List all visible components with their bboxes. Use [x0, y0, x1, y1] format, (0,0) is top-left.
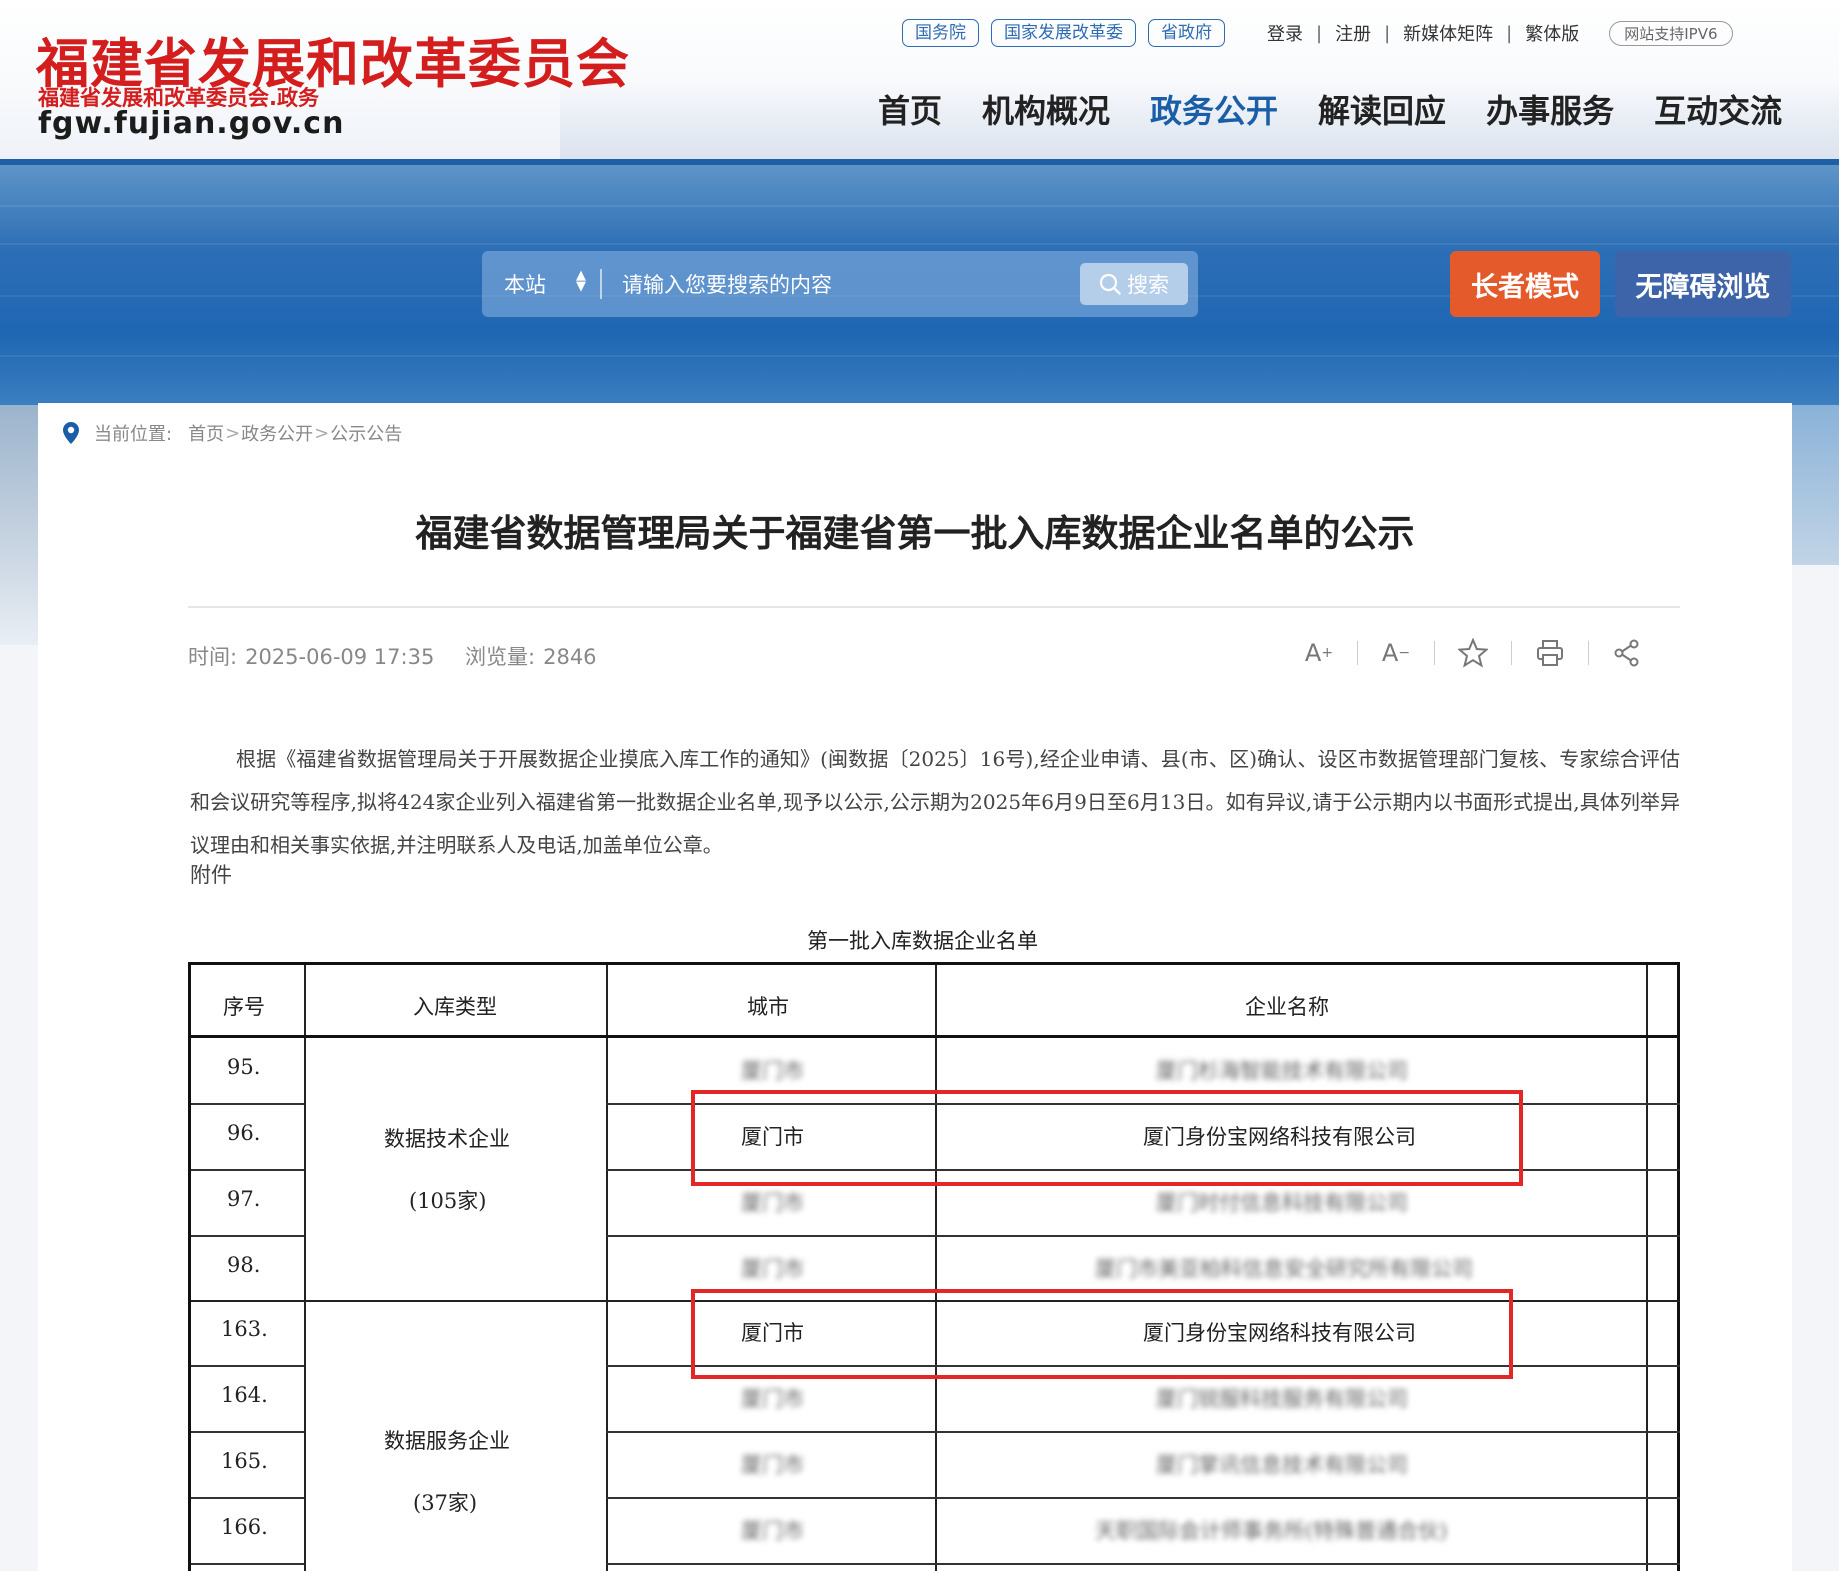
accessible-browse-button[interactable]: 无障碍浏览: [1615, 251, 1791, 317]
time-label: 时间:: [188, 645, 238, 669]
search-scope-label: 本站: [504, 273, 546, 297]
header-type: 入库类型: [413, 995, 497, 1019]
row-city: 厦门市: [741, 1059, 804, 1083]
site-header: 福建省发展和改革委员会 福建省发展和改革委员会.政务 fgw.fujian.go…: [0, 0, 1839, 160]
location-pin-icon: [63, 422, 79, 444]
company-table: 序号 入库类型 城市 企业名称 数据技术企业 (105家) 数据服务企业 (37…: [188, 962, 1680, 1571]
new-media-link[interactable]: 新媒体矩阵: [1403, 20, 1493, 46]
breadcrumb-label: 当前位置:: [94, 424, 173, 445]
article-body: 根据《福建省数据管理局关于开展数据企业摸底入库工作的通知》(闽数据〔2025〕1…: [190, 747, 1680, 857]
search-button-label: 搜索: [1127, 273, 1169, 297]
header-company: 企业名称: [1245, 995, 1329, 1019]
breadcrumb-public-affairs[interactable]: 政务公开: [241, 420, 313, 446]
row-company: 厦门锐服科技服务有限公司: [1156, 1387, 1408, 1411]
attachment-label: 附件: [190, 863, 232, 887]
top-links: 国务院 国家发展改革委 省政府 登录 | 注册 | 新媒体矩阵 | 繁体版 网站…: [902, 18, 1733, 48]
row-no: 164.: [221, 1383, 268, 1407]
view-count: 2846: [543, 645, 597, 669]
print-icon[interactable]: [1531, 635, 1569, 671]
header-city: 城市: [747, 995, 789, 1019]
row-city: 厦门市: [741, 1519, 804, 1543]
site-url: fgw.fujian.gov.cn: [38, 106, 345, 141]
ipv6-badge: 网站支持IPV6: [1609, 20, 1733, 46]
search-scope-select[interactable]: 本站 ▲ ▼: [482, 269, 600, 299]
row-no: 165.: [221, 1449, 268, 1473]
row-no: 97.: [227, 1187, 261, 1211]
row-no: 166.: [221, 1515, 268, 1539]
row-city: 厦门市: [741, 1257, 804, 1281]
table-title: 第一批入库数据企业名单: [807, 929, 1038, 953]
font-decrease-icon[interactable]: A −: [1377, 635, 1415, 671]
share-icon[interactable]: [1608, 635, 1646, 671]
background-image-left: [0, 405, 38, 645]
login-link[interactable]: 登录: [1267, 20, 1303, 46]
font-increase-icon[interactable]: A +: [1300, 635, 1338, 671]
link-ndrc[interactable]: 国家发展改革委: [991, 19, 1136, 47]
publish-time: 2025-06-09 17:35: [245, 645, 435, 669]
group-count-tech: (105家): [409, 1189, 487, 1213]
article-card: 当前位置: 首页 > 政务公开 > 公示公告 福建省数据管理局关于福建省第一批入…: [38, 403, 1792, 1571]
nav-services[interactable]: 办事服务: [1486, 86, 1614, 132]
row-no: 163.: [221, 1317, 268, 1341]
elder-mode-button[interactable]: 长者模式: [1450, 251, 1600, 317]
title-divider: [188, 606, 1680, 608]
group-type-tech: 数据技术企业: [384, 1127, 510, 1151]
views-label: 浏览量:: [465, 645, 536, 669]
row-city: 厦门市: [741, 1387, 804, 1411]
row-no: 95.: [227, 1055, 261, 1079]
search-bar: 本站 ▲ ▼ 请输入您要搜索的内容 搜索: [482, 251, 1198, 317]
nav-about[interactable]: 机构概况: [982, 86, 1110, 132]
nav-interpretation[interactable]: 解读回应: [1318, 86, 1446, 132]
nav-interaction[interactable]: 互动交流: [1654, 86, 1782, 132]
link-province-gov[interactable]: 省政府: [1148, 19, 1225, 47]
search-icon: [1099, 273, 1121, 295]
highlight-box: [691, 1289, 1513, 1379]
row-city: 厦门市: [741, 1453, 804, 1477]
row-no: 96.: [227, 1121, 261, 1145]
link-state-council[interactable]: 国务院: [902, 19, 979, 47]
favorite-star-icon[interactable]: [1454, 635, 1492, 671]
article-tools: A + A −: [1300, 635, 1646, 671]
search-button[interactable]: 搜索: [1080, 263, 1188, 305]
breadcrumb-home[interactable]: 首页: [188, 420, 224, 446]
header-no: 序号: [223, 995, 265, 1019]
row-company: 天职国际会计师事务所(特殊普通合伙): [1095, 1519, 1448, 1543]
sort-arrows-icon: ▲ ▼: [576, 268, 586, 294]
row-company: 厦门杉海智能技术有限公司: [1156, 1059, 1408, 1083]
background-image-right: [1792, 405, 1839, 565]
main-nav: 首页 机构概况 政务公开 解读回应 办事服务 互动交流: [878, 86, 1782, 132]
row-no: 98.: [227, 1253, 261, 1277]
search-input[interactable]: 请输入您要搜索的内容: [602, 269, 1080, 299]
row-city: 厦门市: [741, 1191, 804, 1215]
row-company: 厦门时付信息科技有限公司: [1156, 1191, 1408, 1215]
group-count-service: (37家): [413, 1491, 478, 1515]
nav-home[interactable]: 首页: [878, 86, 942, 132]
highlight-box: [691, 1090, 1523, 1186]
traditional-chinese-link[interactable]: 繁体版: [1525, 20, 1579, 46]
article-title: 福建省数据管理局关于福建省第一批入库数据企业名单的公示: [415, 512, 1415, 555]
group-type-service: 数据服务企业: [384, 1429, 510, 1453]
nav-public-affairs[interactable]: 政务公开: [1150, 86, 1278, 132]
row-company: 厦门掌讯信息技术有限公司: [1156, 1453, 1408, 1477]
breadcrumb: 当前位置: 首页 > 政务公开 > 公示公告: [62, 420, 402, 446]
row-company: 厦门市美亚柏科信息安全研究所有限公司: [1095, 1257, 1473, 1281]
article-meta: 时间: 2025-06-09 17:35 浏览量: 2846: [188, 641, 621, 671]
register-link[interactable]: 注册: [1335, 20, 1371, 46]
breadcrumb-announcements[interactable]: 公示公告: [330, 420, 402, 446]
